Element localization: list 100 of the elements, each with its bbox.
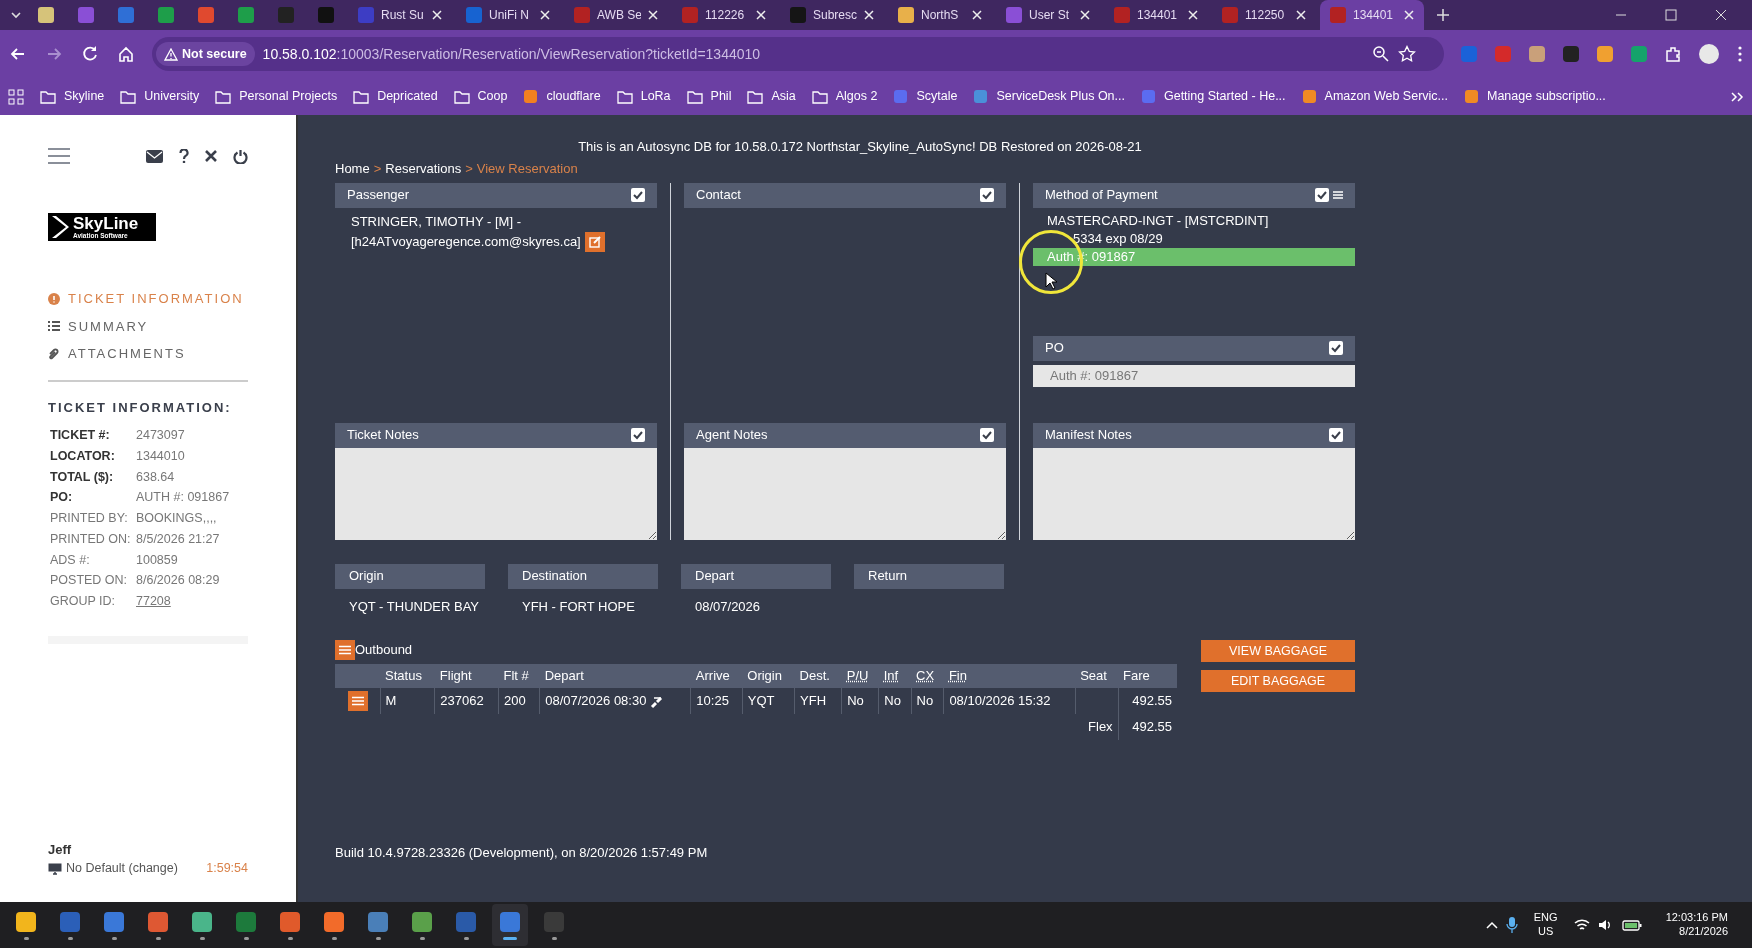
column-header: P/U — [841, 664, 879, 688]
sidebar-nav-item[interactable]: ATTACHMENTS — [48, 344, 248, 364]
user-name: Jeff — [48, 840, 73, 859]
browser-tab[interactable]: 112250 — [1212, 0, 1316, 30]
field-label: Destination — [508, 563, 658, 589]
info-label: LOCATOR: — [49, 447, 116, 465]
passenger-text: STRINGER, TIMOTHY - [M] - [h24ATvoyageregence.com@skyres.ca] — [351, 213, 581, 249]
fare-label: Flex — [1075, 714, 1119, 740]
info-label: PO: — [49, 489, 74, 507]
bookmark[interactable]: cloudflare — [523, 87, 601, 106]
browser-tab[interactable]: User St — [996, 0, 1100, 30]
info-value: 100859 — [135, 551, 179, 569]
breadcrumb-separator: > — [465, 160, 473, 178]
bookmark[interactable]: Skyline — [40, 87, 105, 106]
browser-tab[interactable]: 134401 — [1320, 0, 1424, 30]
bookmark[interactable]: Depricated — [353, 87, 438, 106]
table-cell: 08/10/2026 15:32 — [943, 688, 1076, 714]
info-value: AUTH #: 091867 — [135, 489, 231, 507]
info-value: 638.64 — [135, 468, 176, 486]
clock-time[interactable]: 12:03:16 PM — [1665, 911, 1728, 925]
panel-header: Contact — [684, 182, 1006, 208]
language-indicator[interactable]: ENG — [1533, 911, 1558, 925]
session-timer: 1:59:54 — [206, 860, 248, 878]
breadcrumb-link[interactable]: Home — [335, 159, 370, 179]
bookmark[interactable]: Scytale — [893, 87, 958, 106]
column-header: Flight — [434, 664, 499, 688]
table-cell: 492.55 — [1118, 688, 1177, 714]
fare-total: 492.55 — [1118, 714, 1177, 740]
build-info: Build 10.4.9728.23326 (Development), on 8/20/2026 1:57:49 PM — [335, 843, 709, 862]
column-header: Inf — [878, 664, 912, 688]
panel-header: Manifest Notes — [1033, 422, 1355, 448]
po-field[interactable]: Auth #: 091867 — [1033, 364, 1355, 387]
bookmark[interactable]: Amazon Web Servic... — [1301, 87, 1448, 106]
column-header: Depart — [539, 664, 691, 688]
field-label: Depart — [681, 563, 831, 589]
panel-header: PO — [1033, 335, 1355, 361]
bookmark[interactable]: Algos 2 — [811, 87, 878, 106]
table-cell: 08/07/2026 08:30 — [545, 693, 647, 709]
region-indicator[interactable]: US — [1533, 925, 1558, 939]
payment-line[interactable]: 5334 exp 08/29 — [1033, 229, 1355, 248]
info-label: PRINTED BY: — [49, 510, 129, 527]
breadcrumb-link[interactable]: Reservations — [385, 159, 462, 179]
info-value: 1344010 — [135, 447, 186, 465]
banner-text: This is an Autosync DB for 10.58.0.172 Northstar_Skyline_AutoSync! DB Restored on 2026-08-21 — [577, 138, 1143, 155]
browser-tab[interactable]: 134401 — [1104, 0, 1208, 30]
info-label: GROUP ID: — [49, 593, 117, 610]
column-header: Status — [380, 664, 435, 688]
column-header: Seat — [1075, 664, 1119, 688]
info-value: 2473097 — [135, 427, 186, 444]
address-field[interactable]: 10.58.0.102:10003/Reservation/Reservation/ViewReservation?ticketId=1344010 — [262, 43, 761, 65]
segment-title: Outbound — [355, 641, 413, 660]
bookmark[interactable]: Personal Projects — [215, 87, 338, 106]
field-value: 08/07/2026 — [694, 597, 762, 616]
table-cell: No — [841, 688, 879, 714]
info-value: BOOKINGS,,,, — [135, 510, 218, 527]
column-header: Dest. — [794, 664, 842, 688]
bookmark[interactable]: Getting Started - He... — [1140, 87, 1286, 106]
sidebar-nav-item[interactable]: SUMMARY — [48, 316, 248, 336]
bookmark[interactable]: University — [120, 87, 200, 106]
panel-header: Agent Notes — [684, 422, 1006, 448]
field-label: Origin — [335, 563, 485, 589]
column-header: Fare — [1118, 664, 1177, 688]
browser-tab[interactable]: 112226 — [672, 0, 776, 30]
field-label: Return — [854, 563, 1004, 589]
panel-header: Passenger — [335, 182, 657, 208]
column-header: Flt # — [498, 664, 540, 688]
browser-tab[interactable]: UniFi N — [456, 0, 560, 30]
info-value: 8/6/2026 08:29 — [135, 572, 221, 590]
info-label: TICKET #: — [49, 427, 111, 444]
info-value: 8/5/2026 21:27 — [135, 530, 221, 548]
table-cell: M — [380, 688, 435, 714]
bookmark[interactable]: Coop — [453, 87, 508, 106]
browser-tab[interactable]: AWB Se — [564, 0, 668, 30]
security-indicator[interactable]: Not secure — [156, 41, 255, 67]
payment-line[interactable]: MASTERCARD-INGT - [MSTCRDINT] — [1033, 211, 1355, 230]
table-cell: 237062 — [434, 688, 499, 714]
breadcrumb-link[interactable]: View Reservation — [476, 159, 578, 179]
breadcrumb-separator: > — [373, 160, 382, 178]
browser-tab[interactable]: NorthS — [888, 0, 992, 30]
info-label: POSTED ON: — [49, 572, 129, 590]
group-id-link[interactable]: 77208 — [136, 594, 171, 608]
field-value: YFH - FORT HOPE — [521, 597, 636, 616]
table-cell: No — [911, 688, 944, 714]
browser-tab[interactable]: Subresc — [780, 0, 884, 30]
bookmark[interactable]: Asia — [747, 87, 796, 106]
panel-header: Ticket Notes — [335, 422, 657, 448]
bookmark[interactable]: Manage subscriptio... — [1464, 87, 1606, 106]
section-title: TICKET INFORMATION: — [48, 398, 233, 417]
bookmark[interactable]: ServiceDesk Plus On... — [973, 87, 1125, 106]
table-cell: YFH — [794, 688, 842, 714]
table-cell: 200 — [498, 688, 540, 714]
bookmark[interactable]: LoRa — [616, 87, 671, 106]
printer-link[interactable]: No Default (change) — [66, 859, 178, 878]
clock-date[interactable]: 8/21/2026 — [1665, 925, 1728, 939]
info-label: PRINTED ON: — [49, 530, 132, 548]
browser-tab[interactable]: Rust Su — [348, 0, 452, 30]
panel-header: Method of Payment — [1033, 182, 1355, 208]
bookmark[interactable]: Phil — [686, 87, 732, 106]
field-value: YQT - THUNDER BAY — [348, 597, 481, 616]
column-header: Fin — [943, 664, 1076, 688]
